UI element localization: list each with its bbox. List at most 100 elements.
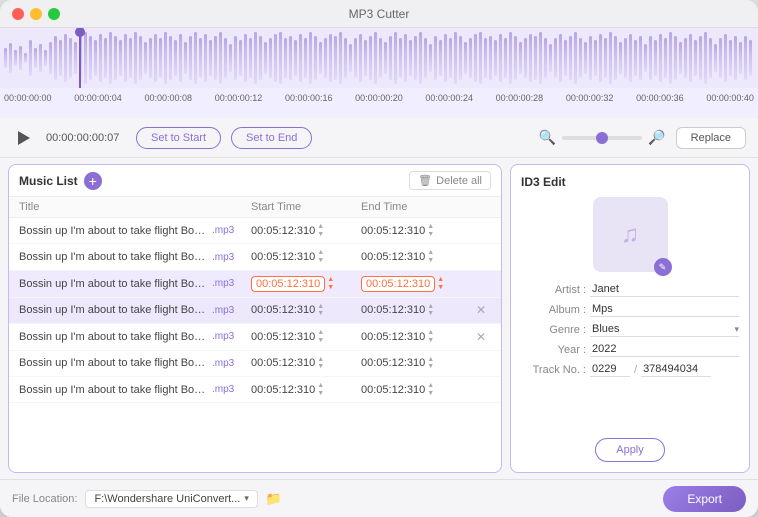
genre-select[interactable]: Blues Rock Pop Jazz bbox=[590, 322, 739, 337]
apply-button[interactable]: Apply bbox=[595, 438, 665, 462]
file-path: F:\Wondershare UniConvert... bbox=[94, 493, 240, 505]
set-to-start-button[interactable]: Set to Start bbox=[136, 127, 221, 149]
delete-all-label: Delete all bbox=[436, 175, 482, 187]
zoom-out-icon[interactable]: 🔍 bbox=[539, 129, 556, 146]
close-button[interactable] bbox=[12, 8, 24, 20]
start-time-value[interactable]: 00:05:12:310 bbox=[251, 225, 315, 237]
start-time-cell: 00:05:12:310 ▲ ▼ bbox=[251, 356, 361, 371]
year-field: Year : bbox=[521, 342, 739, 357]
genre-field: Genre : Blues Rock Pop Jazz bbox=[521, 322, 739, 337]
file-name-cell: Bossin up I'm about to take flight Bossi… bbox=[19, 331, 251, 343]
file-ext: .mp3 bbox=[212, 358, 234, 369]
table-row: Bossin up I'm about to take flight Bossi… bbox=[9, 324, 501, 350]
end-time-spinners[interactable]: ▲ ▼ bbox=[427, 382, 434, 397]
col-start-time: Start Time bbox=[251, 201, 361, 213]
file-name-text: Bossin up I'm about to take flight Bossi… bbox=[19, 384, 209, 396]
start-time-spinners[interactable]: ▲ ▼ bbox=[317, 223, 324, 238]
file-name-cell: Bossin up I'm about to take flight Bossi… bbox=[19, 251, 251, 263]
end-time-spinners[interactable]: ▲ ▼ bbox=[427, 303, 434, 318]
export-button[interactable]: Export bbox=[663, 486, 746, 512]
end-time-spinners[interactable]: ▲ ▼ bbox=[427, 329, 434, 344]
row-delete-button[interactable]: ✕ bbox=[471, 330, 491, 344]
zoom-in-icon[interactable]: 🔎 bbox=[648, 129, 665, 146]
start-time-value[interactable]: 00:05:12:310 bbox=[251, 251, 315, 263]
end-time-value[interactable]: 00:05:12:310 bbox=[361, 384, 425, 396]
maximize-button[interactable] bbox=[48, 8, 60, 20]
controls-bar: 00:00:00:00:07 Set to Start Set to End 🔍… bbox=[0, 118, 758, 158]
set-to-end-button[interactable]: Set to End bbox=[231, 127, 312, 149]
end-time-value[interactable]: 00:05:12:310 bbox=[361, 331, 425, 343]
end-time-spinners[interactable]: ▲ ▼ bbox=[427, 249, 434, 264]
start-time-spinners[interactable]: ▲ ▼ bbox=[317, 303, 324, 318]
end-time-cell: 00:05:12:310 ▲ ▼ bbox=[361, 356, 471, 371]
album-art[interactable]: ♫ ✎ bbox=[593, 197, 668, 272]
start-time-value[interactable]: 00:05:12:310 bbox=[251, 304, 315, 316]
start-time-value[interactable]: 00:05:12:310 bbox=[251, 331, 315, 343]
add-track-button[interactable]: + bbox=[84, 172, 102, 190]
start-time-spinners[interactable]: ▲ ▼ bbox=[317, 249, 324, 264]
row-delete-button[interactable]: ✕ bbox=[471, 303, 491, 317]
track-total-input[interactable] bbox=[641, 362, 711, 377]
genre-select-wrap: Blues Rock Pop Jazz bbox=[590, 322, 739, 337]
waveform-svg bbox=[0, 28, 758, 88]
file-name-cell: Bossin up I'm about to take flight Bossi… bbox=[19, 278, 251, 290]
timeline-marker-2: 00:00:00:08 bbox=[144, 93, 192, 103]
chevron-down-icon: ▾ bbox=[244, 493, 249, 504]
end-time-value[interactable]: 00:05:12:310 bbox=[361, 276, 435, 292]
file-name-text: Bossin up I'm about to take flight Bossi… bbox=[19, 357, 209, 369]
start-time-value[interactable]: 00:05:12:310 bbox=[251, 384, 315, 396]
end-time-value[interactable]: 00:05:12:310 bbox=[361, 251, 425, 263]
file-ext: .mp3 bbox=[212, 331, 234, 342]
end-time-value[interactable]: 00:05:12:310 bbox=[361, 225, 425, 237]
timeline-marker-6: 00:00:00:24 bbox=[425, 93, 473, 103]
waveform-area[interactable]: 00:00:00:00 00:00:00:04 00:00:00:08 00:0… bbox=[0, 28, 758, 118]
spin-down[interactable]: ▼ bbox=[427, 231, 434, 239]
play-icon bbox=[18, 131, 30, 145]
table-header: Title Start Time End Time bbox=[9, 197, 501, 218]
end-time-value[interactable]: 00:05:12:310 bbox=[361, 357, 425, 369]
start-time-cell: 00:05:12:310 ▲ ▼ bbox=[251, 249, 361, 264]
folder-icon[interactable]: 📁 bbox=[266, 491, 282, 507]
artist-input[interactable] bbox=[590, 282, 739, 297]
timeline-marker-1: 00:00:00:04 bbox=[74, 93, 122, 103]
start-time-value[interactable]: 00:05:12:310 bbox=[251, 276, 325, 292]
album-field: Album : bbox=[521, 302, 739, 317]
file-name-cell: Bossin up I'm about to take flight Bossi… bbox=[19, 384, 251, 396]
titlebar: MP3 Cutter bbox=[0, 0, 758, 28]
file-location-select[interactable]: F:\Wondershare UniConvert... ▾ bbox=[85, 490, 257, 508]
zoom-slider[interactable] bbox=[562, 136, 642, 140]
waveform-canvas[interactable] bbox=[0, 28, 758, 93]
trash-icon: 🗑 bbox=[418, 174, 432, 187]
play-button[interactable] bbox=[12, 126, 36, 150]
end-time-spinners[interactable]: ▲ ▼ bbox=[427, 223, 434, 238]
minimize-button[interactable] bbox=[30, 8, 42, 20]
end-time-value[interactable]: 00:05:12:310 bbox=[361, 304, 425, 316]
spin-up[interactable]: ▲ bbox=[427, 223, 434, 231]
replace-button[interactable]: Replace bbox=[676, 127, 746, 149]
table-row: Bossin up I'm about to take flight Bossi… bbox=[9, 244, 501, 270]
table-body: Bossin up I'm about to take flight Bossi… bbox=[9, 218, 501, 472]
end-time-cell: 00:05:12:310 ▲ ▼ bbox=[361, 329, 471, 344]
end-time-spinners[interactable]: ▲ ▼ bbox=[427, 356, 434, 371]
year-input[interactable] bbox=[590, 342, 739, 357]
album-input[interactable] bbox=[590, 302, 739, 317]
end-time-spinners[interactable]: ▲ ▼ bbox=[437, 276, 444, 291]
end-time-cell: 00:05:12:310 ▲ ▼ bbox=[361, 303, 471, 318]
track-number-input[interactable] bbox=[590, 362, 630, 377]
start-time-spinners[interactable]: ▲ ▼ bbox=[317, 356, 324, 371]
table-row: Bossin up I'm about to take flight Bossi… bbox=[9, 218, 501, 244]
edit-art-button[interactable]: ✎ bbox=[654, 258, 672, 276]
start-time-spinners[interactable]: ▲ ▼ bbox=[317, 329, 324, 344]
start-time-value[interactable]: 00:05:12:310 bbox=[251, 357, 315, 369]
start-time-spinners[interactable]: ▲ ▼ bbox=[317, 382, 324, 397]
delete-all-button[interactable]: 🗑 Delete all bbox=[409, 171, 491, 190]
spin-down[interactable]: ▼ bbox=[317, 231, 324, 239]
genre-label: Genre : bbox=[521, 324, 586, 336]
timeline-marker-5: 00:00:00:20 bbox=[355, 93, 403, 103]
timeline-marker-3: 00:00:00:12 bbox=[215, 93, 263, 103]
track-label: Track No. : bbox=[521, 364, 586, 376]
music-panel-header: Music List + 🗑 Delete all bbox=[9, 165, 501, 197]
start-time-spinners[interactable]: ▲ ▼ bbox=[327, 276, 334, 291]
file-name-text: Bossin up I'm about to take flight Bossi… bbox=[19, 278, 209, 290]
spin-up[interactable]: ▲ bbox=[317, 223, 324, 231]
